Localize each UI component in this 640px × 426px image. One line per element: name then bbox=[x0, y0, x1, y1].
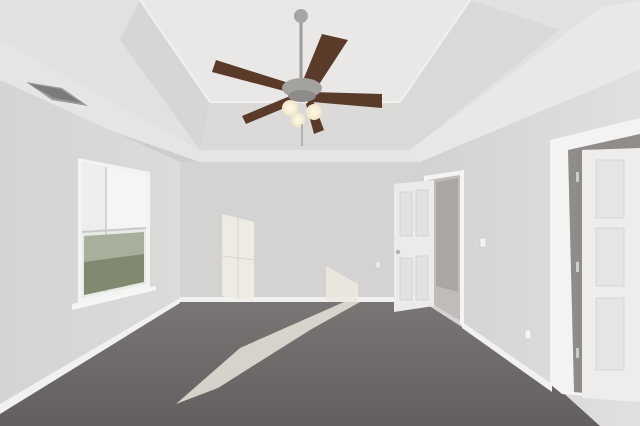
window-blinds bbox=[82, 162, 106, 232]
baseboard-back bbox=[180, 297, 395, 302]
wall-outlet-back bbox=[375, 261, 381, 269]
ceiling-edge-back bbox=[200, 150, 420, 162]
closet-hinge-top bbox=[576, 172, 579, 182]
wall-outlet-right bbox=[524, 329, 532, 340]
back-wall bbox=[180, 162, 420, 300]
fan-canopy bbox=[294, 9, 308, 23]
fan-light-2 bbox=[306, 104, 322, 120]
ceiling-tray-band bbox=[200, 102, 410, 150]
fan-light-3 bbox=[291, 113, 305, 127]
room-illustration bbox=[0, 0, 640, 426]
light-switch[interactable] bbox=[479, 237, 487, 248]
closet-hinge-low bbox=[576, 348, 579, 358]
door-knob[interactable] bbox=[395, 249, 401, 255]
closet-hinge-mid bbox=[576, 262, 579, 272]
empty-bedroom-photo bbox=[0, 0, 640, 426]
